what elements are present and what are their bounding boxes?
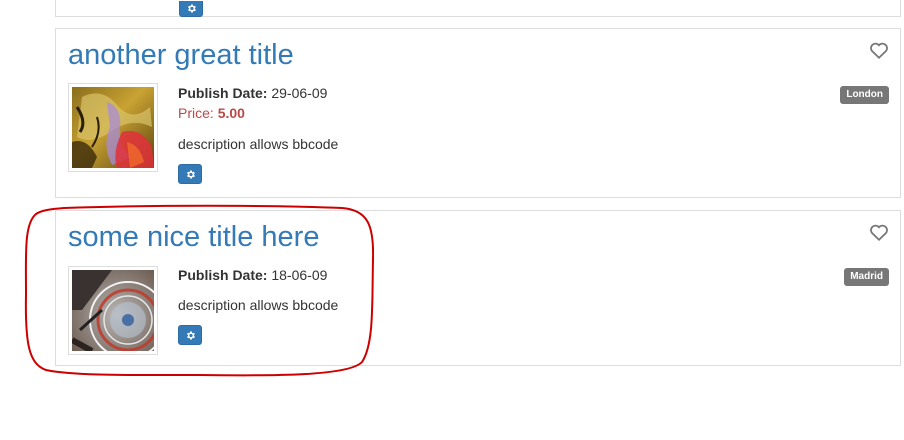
gear-icon (186, 330, 195, 340)
listing-card: another great title Publish Date: 29-06-… (55, 28, 901, 198)
settings-button[interactable] (178, 164, 202, 184)
publish-date-label: Publish Date: (178, 85, 268, 101)
turntable-image (72, 270, 154, 351)
location-badge: London (840, 86, 889, 104)
publish-date-label: Publish Date: (178, 267, 268, 283)
location-badge: Madrid (844, 268, 889, 286)
gear-icon (186, 169, 195, 179)
settings-button[interactable] (179, 1, 203, 17)
listing-card: some nice title here Publish Date: 18-06… (55, 210, 901, 366)
listing-description: description allows bbcode (178, 297, 339, 313)
listing-description: description allows bbcode (178, 136, 339, 152)
listing-thumbnail[interactable] (68, 266, 158, 355)
abstract-painting-image (72, 87, 154, 168)
gear-icon (187, 4, 196, 13)
price-label: Price: (178, 105, 214, 121)
publish-date: Publish Date: 18-06-09 (178, 265, 327, 285)
publish-date: Publish Date: 29-06-09 (178, 83, 327, 103)
listing-title[interactable]: another great title (68, 41, 294, 70)
publish-date-value: 29-06-09 (271, 85, 328, 101)
favorite-heart-icon[interactable] (869, 41, 889, 59)
publish-date-value: 18-06-09 (271, 267, 328, 283)
listing-card-previous (55, 0, 901, 17)
listing-title[interactable]: some nice title here (68, 223, 319, 252)
settings-button[interactable] (178, 325, 202, 345)
listing-thumbnail[interactable] (68, 83, 158, 172)
favorite-heart-icon[interactable] (869, 223, 889, 241)
listing-page: another great title Publish Date: 29-06-… (0, 0, 904, 440)
price-value: 5.00 (217, 105, 245, 121)
price: Price: 5.00 (178, 103, 245, 123)
